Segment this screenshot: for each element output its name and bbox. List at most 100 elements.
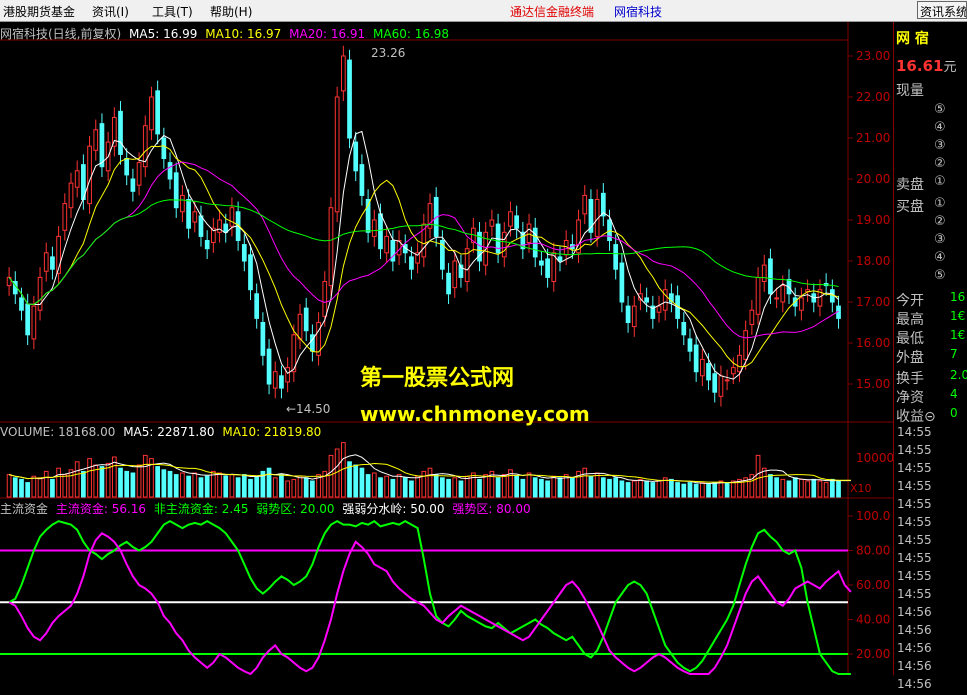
- candle-body: [446, 272, 451, 295]
- candle-body: [254, 293, 260, 319]
- info-system-button[interactable]: 资讯系统: [917, 1, 967, 19]
- candle-body: [749, 309, 755, 326]
- candle-body: [737, 354, 742, 373]
- tick-time: 14:56: [897, 623, 932, 637]
- volume-bar: [409, 480, 414, 498]
- tick-time: 14:55: [897, 569, 932, 583]
- candle-body: [186, 199, 191, 229]
- current-volume-label: 现量: [896, 83, 924, 99]
- chart-area[interactable]: 23.00 22.00 21.00 20.00 19.00 18.00 17.00 16.00…: [0, 22, 893, 675]
- candle-body: [322, 281, 328, 317]
- stat-label: 净资: [896, 390, 924, 406]
- candle-body: [526, 223, 532, 244]
- low-marker: ←14.50: [286, 402, 331, 416]
- volume-bar: [613, 477, 619, 498]
- tick-time: 14:56: [897, 605, 932, 619]
- last-price: 16.61: [896, 57, 944, 75]
- buy-level-4: ④: [934, 250, 946, 265]
- volume-bar: [656, 480, 662, 498]
- tick-time: 14:56: [897, 659, 932, 673]
- volume-bar: [390, 478, 396, 498]
- volume-bar: [836, 480, 841, 498]
- candle-body: [774, 297, 779, 300]
- sell-level-1: ①: [934, 174, 946, 189]
- candle-body: [508, 211, 513, 227]
- strong-zone-label: 强势区: 80.00: [452, 502, 531, 516]
- buy-level-3: ③: [934, 232, 946, 247]
- sell-level-2: ②: [934, 156, 946, 171]
- candle-body: [780, 285, 786, 303]
- volume-bar: [768, 474, 773, 498]
- candle-body: [161, 137, 167, 159]
- candle-body: [384, 235, 390, 254]
- buy-level-5: ⑤: [934, 268, 946, 283]
- candle-body: [136, 162, 142, 186]
- volume-bar: [774, 477, 779, 498]
- candle-body: [501, 231, 507, 258]
- price-tick-label: 18.00: [856, 254, 890, 268]
- menu-item-news[interactable]: 资讯(I): [92, 3, 129, 20]
- volume-bar: [446, 478, 451, 498]
- stat-label: 外盘: [896, 350, 924, 366]
- candle-body: [260, 322, 266, 356]
- volume-label: VOLUME: 18168.00: [0, 425, 116, 439]
- candle-body: [656, 305, 662, 313]
- candle-body: [241, 244, 247, 262]
- volume-bar: [87, 458, 92, 498]
- volume-bar: [31, 475, 37, 498]
- volume-unit-label: X10: [850, 482, 872, 495]
- volume-bar: [272, 477, 278, 498]
- candle-body: [724, 379, 730, 382]
- candle-body: [743, 330, 749, 360]
- volume-bar: [433, 474, 439, 498]
- volume-bar: [204, 475, 210, 498]
- main-fund-label: 主流资金: 56.16: [55, 502, 147, 516]
- volume-bar: [594, 472, 600, 498]
- volume-bar: [50, 478, 55, 498]
- volume-bar: [118, 467, 123, 498]
- last-price-row: 16.61元: [896, 56, 956, 75]
- candle-body: [631, 305, 637, 328]
- volume-bar: [625, 482, 631, 498]
- volume-bar: [167, 470, 173, 498]
- tick-time: 14:55: [897, 425, 932, 439]
- candle-body: [25, 303, 31, 336]
- volume-bar: [402, 477, 408, 498]
- price-tick-label: 21.00: [856, 131, 890, 145]
- tick-time: 14:55: [897, 587, 932, 601]
- candle-body: [613, 244, 619, 270]
- candle-body: [37, 276, 43, 311]
- price-tick-label: 15.00: [856, 377, 890, 391]
- candle-body: [761, 264, 767, 283]
- stat-value: 1€: [950, 328, 966, 342]
- menu-item-hk-futures[interactable]: 港股期货基金: [3, 3, 75, 20]
- candle-body: [730, 367, 736, 375]
- volume-bar: [279, 474, 284, 498]
- volume-bar: [25, 482, 31, 498]
- volume-bar: [607, 478, 612, 498]
- volume-bar: [600, 477, 606, 498]
- volume-bar: [43, 470, 49, 498]
- brand-text: 网宿科技: [614, 5, 663, 19]
- candle-body: [409, 256, 414, 270]
- candle-body: [180, 194, 185, 213]
- tick-time: 14:56: [897, 677, 932, 691]
- menu-item-help[interactable]: 帮助(H): [210, 3, 252, 20]
- volume-bar: [130, 472, 136, 498]
- volume-bar: [464, 475, 470, 498]
- stock-chart[interactable]: 23.00 22.00 21.00 20.00 19.00 18.00 17.00 16.00…: [0, 22, 893, 675]
- volume-bar: [458, 480, 464, 498]
- candle-body: [768, 258, 773, 295]
- volume-bar: [124, 470, 130, 498]
- volume-legend: VOLUME: 18168.00 MA5: 22871.80 MA10: 218…: [0, 425, 325, 439]
- candle-body: [545, 258, 550, 278]
- volume-bar: [650, 482, 656, 498]
- volume-bar: [297, 475, 303, 498]
- volume-bar: [638, 478, 643, 498]
- volume-bar: [37, 477, 43, 498]
- volume-bar: [396, 474, 402, 498]
- candle-body: [31, 305, 37, 340]
- price-tick-label: 19.00: [856, 213, 890, 227]
- menu-item-tools[interactable]: 工具(T): [152, 3, 193, 20]
- candle-body: [248, 254, 253, 291]
